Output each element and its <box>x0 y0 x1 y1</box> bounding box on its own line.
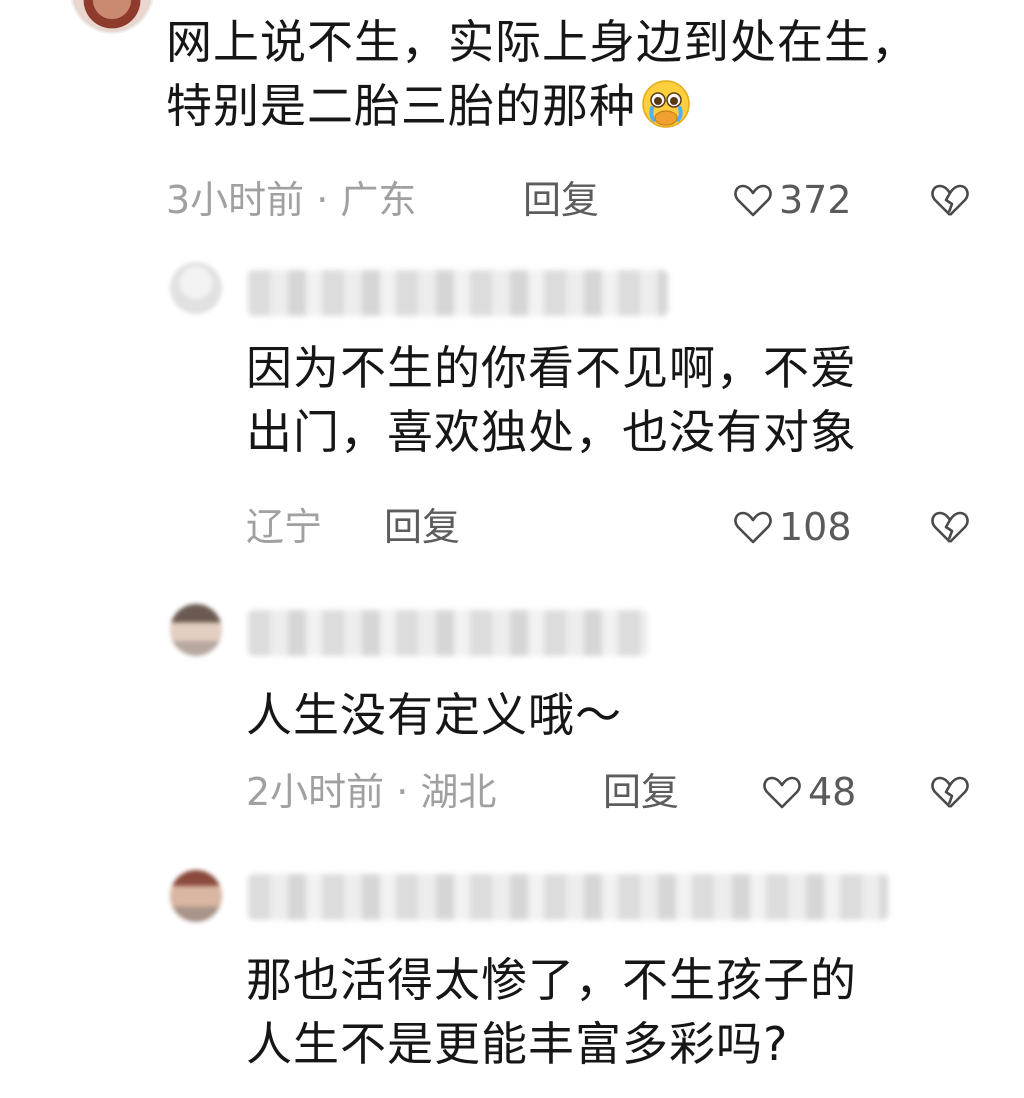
like-button[interactable]: 372 <box>733 178 852 222</box>
avatar[interactable] <box>70 0 154 34</box>
broken-heart-icon[interactable] <box>930 774 970 810</box>
comment-line: 网上说不生，实际上身边到处在生， <box>166 15 918 69</box>
avatar[interactable] <box>170 870 222 922</box>
avatar[interactable] <box>170 604 222 656</box>
reply-button[interactable]: 回复 <box>384 505 460 549</box>
comment-text: 网上说不生，实际上身边到处在生， 特别是二胎三胎的那种 <box>166 10 1006 138</box>
comment-text: 人生没有定义哦～ <box>246 683 1006 747</box>
comment-text: 因为不生的你看不见啊，不爱 出门，喜欢独处，也没有对象 <box>246 336 1006 464</box>
heart-outline-icon <box>733 182 773 218</box>
comment-meta: 辽宁 <box>246 505 323 549</box>
broken-heart-icon[interactable] <box>930 182 970 218</box>
broken-heart-icon[interactable] <box>930 509 970 545</box>
comment-text: 那也活得太惨了，不生孩子的 人生不是更能丰富多彩吗? <box>246 948 1006 1076</box>
heart-outline-icon <box>762 774 802 810</box>
like-button[interactable]: 48 <box>762 770 856 814</box>
crying-face-emoji-icon <box>640 78 692 130</box>
heart-outline-icon <box>733 509 773 545</box>
comment-line: 出门，喜欢独处，也没有对象 <box>246 405 857 459</box>
reply-button[interactable]: 回复 <box>603 770 679 814</box>
comment-line: 因为不生的你看不见啊，不爱 <box>246 341 857 395</box>
avatar[interactable] <box>170 262 222 314</box>
like-button[interactable]: 108 <box>733 505 852 549</box>
username-blurred[interactable] <box>248 270 668 316</box>
comment-line: 人生没有定义哦～ <box>246 688 622 742</box>
comment-line: 那也活得太惨了，不生孩子的 <box>246 953 857 1007</box>
like-count: 372 <box>779 178 852 222</box>
like-count: 108 <box>779 505 852 549</box>
username-blurred[interactable] <box>248 610 648 656</box>
comment-meta: 3小时前 · 广东 <box>166 178 417 222</box>
comment-line: 人生不是更能丰富多彩吗? <box>246 1017 789 1071</box>
like-count: 48 <box>808 770 857 814</box>
comment-line: 特别是二胎三胎的那种 <box>166 74 1006 138</box>
username-blurred[interactable] <box>248 874 888 920</box>
comment-meta: 2小时前 · 湖北 <box>246 770 497 814</box>
reply-button[interactable]: 回复 <box>523 178 599 222</box>
